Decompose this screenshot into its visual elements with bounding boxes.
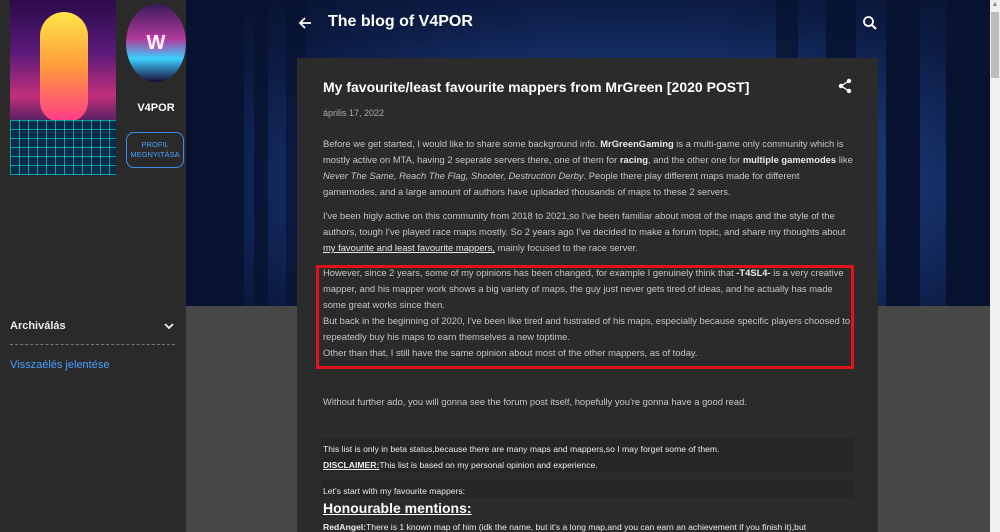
disclaimer-block: This list is only in beta status,because… [321,438,853,472]
disclaimer-text: This list is based on my personal opinio… [379,460,598,470]
post-title[interactable]: My favourite/least favourite mappers fro… [323,79,823,95]
blog-title[interactable]: The blog of V4POR [328,13,473,31]
arrow-left-icon[interactable] [297,15,313,31]
sidebar: W V4POR PROFIL MEGNYITÁSA Archiválás Vis… [0,0,186,532]
archive-label: Archiválás [10,320,66,332]
paragraph-history: I've been higly active on this community… [323,210,846,253]
redangel-entry: RedAngel:There is 1 known map of him (id… [323,522,807,532]
chevron-down-icon [164,323,174,330]
share-icon[interactable] [837,78,853,94]
report-abuse-link[interactable]: Visszaélés jelentése [10,359,109,371]
paragraph-intro: Without further ado, you will gonna see … [323,396,747,407]
post-date[interactable]: április 17, 2022 [323,108,384,118]
highlight-mrgreengaming: MrGreenGaming [600,138,674,149]
avatar[interactable]: W [126,4,186,82]
archive-toggle[interactable]: Archiválás [10,318,175,334]
start-note: Let's start with my favourite mappers: [321,480,853,498]
scroll-up-icon[interactable]: ▲ [990,0,1000,10]
paragraph-background: Before we get started, I would like to s… [323,138,853,197]
sidebar-divider [10,344,175,345]
beta-note: This list is only in beta status,because… [323,444,720,454]
scrollbar[interactable] [990,0,1000,532]
open-profile-button[interactable]: PROFIL MEGNYITÁSA [126,132,184,168]
search-icon[interactable] [862,15,878,31]
highlight-annotation [316,265,854,369]
profile-name[interactable]: V4POR [126,102,186,114]
honourable-mentions-heading: Honourable mentions: [323,500,472,516]
forum-topic-link[interactable]: my favourite and least favourite mappers… [323,242,495,253]
avatar-initial: W [146,31,166,54]
scrollbar-thumb[interactable] [991,12,999,78]
disclaimer-label: DISCLAIMER: [323,460,380,470]
profile-banner-image [10,0,116,175]
